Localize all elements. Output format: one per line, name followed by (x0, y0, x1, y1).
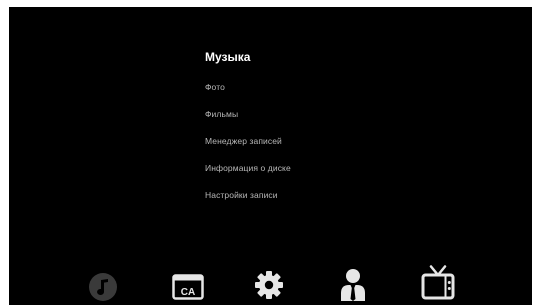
ca-card-text: CA (181, 287, 195, 298)
main-menu-screen: Музыка Фото Фильмы Менеджер записей Инфо… (9, 7, 532, 305)
menu-item-photo[interactable]: Фото (205, 82, 225, 92)
menu-item-recording-settings[interactable]: Настройки записи (205, 190, 278, 200)
category-icon-bar: CA (9, 257, 532, 305)
menu-item-music[interactable]: Музыка (205, 50, 250, 64)
user-icon[interactable] (338, 268, 368, 302)
ca-card-icon[interactable]: CA (172, 274, 204, 300)
tv-icon[interactable] (421, 265, 455, 301)
gear-icon[interactable] (254, 270, 284, 300)
menu-item-disk-info[interactable]: Информация о диске (205, 163, 291, 173)
menu-item-movies[interactable]: Фильмы (205, 109, 238, 119)
music-note-icon[interactable] (88, 272, 118, 302)
menu-item-recording-manager[interactable]: Менеджер записей (205, 136, 282, 146)
